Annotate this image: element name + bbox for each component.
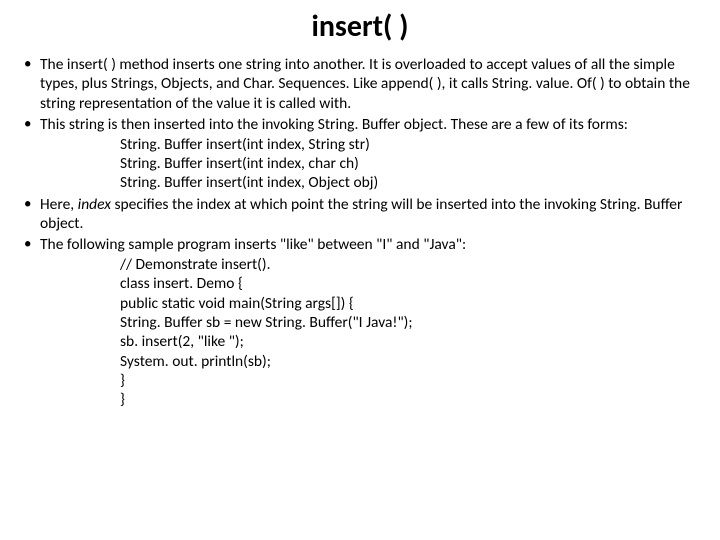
code-line: public static void main(String args[]) {: [120, 294, 702, 313]
code-block: // Demonstrate insert(). class insert. D…: [40, 255, 702, 410]
bullet-item: The following sample program inserts "li…: [18, 235, 702, 409]
bullet-text-italic: index: [78, 195, 115, 214]
bullet-text: This string is then inserted into the in…: [40, 115, 628, 134]
bullet-item: This string is then inserted into the in…: [18, 115, 702, 193]
bullet-list: The insert( ) method inserts one string …: [18, 55, 702, 410]
bullet-text: The insert( ) method inserts one string …: [40, 55, 690, 113]
bullet-text-mid: specifies the index at which point the s…: [40, 195, 682, 233]
code-line: }: [120, 390, 702, 409]
code-line: }: [120, 371, 702, 390]
form-line: String. Buffer insert(int index, char ch…: [120, 154, 702, 173]
code-line: String. Buffer sb = new String. Buffer("…: [120, 313, 702, 332]
code-line: class insert. Demo {: [120, 274, 702, 293]
bullet-text-prefix: Here,: [40, 195, 78, 214]
method-forms: String. Buffer insert(int index, String …: [40, 135, 702, 193]
bullet-text: The following sample program inserts "li…: [40, 235, 466, 254]
slide-title: insert( ): [18, 8, 702, 45]
form-line: String. Buffer insert(int index, String …: [120, 135, 702, 154]
code-line: // Demonstrate insert().: [120, 255, 702, 274]
form-line: String. Buffer insert(int index, Object …: [120, 173, 702, 192]
code-line: System. out. println(sb);: [120, 352, 702, 371]
code-line: sb. insert(2, "like ");: [120, 332, 702, 351]
bullet-item: Here, index specifies the index at which…: [18, 195, 702, 234]
bullet-item: The insert( ) method inserts one string …: [18, 55, 702, 113]
